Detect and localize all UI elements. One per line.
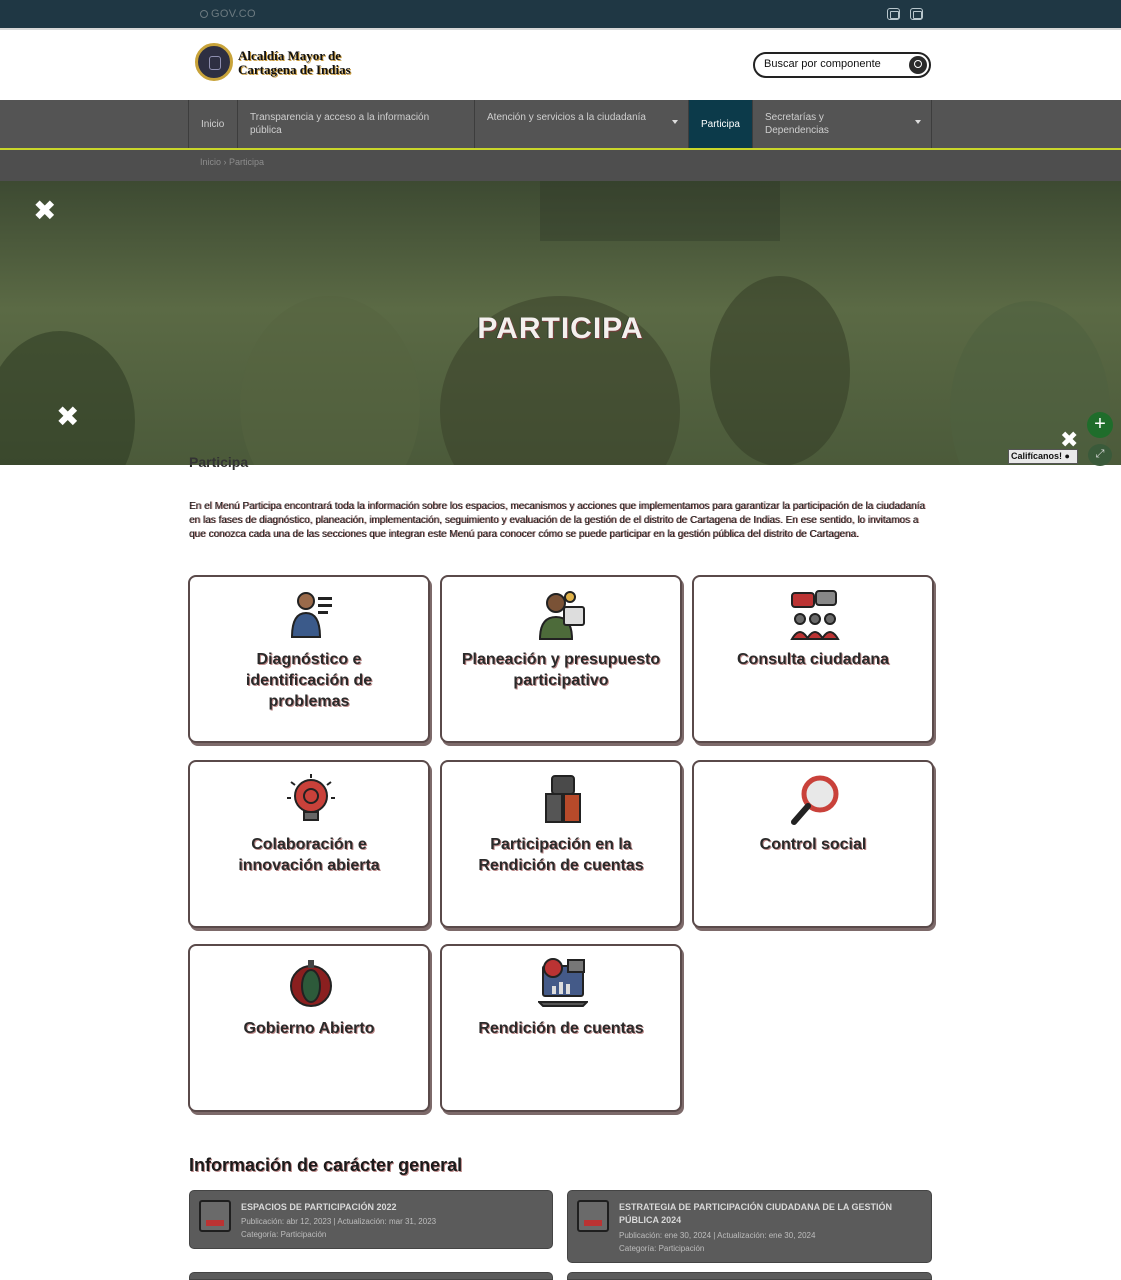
chevron-down-icon (915, 120, 921, 124)
alcaldia-logo[interactable] (195, 43, 233, 81)
nav-secretarias[interactable]: Secretarías y Dependencias (753, 100, 932, 148)
card-label: Rendición de cuentas (478, 1020, 644, 1037)
document-card[interactable]: ESPACIOS DE PARTICIPACIÓN 2022 Publicaci… (189, 1190, 553, 1249)
document-category: Categoría: Participación (241, 1230, 327, 1239)
resize-icon[interactable]: ⤢ (1088, 444, 1112, 466)
close-icon[interactable]: ✖ (56, 403, 79, 431)
language-icon[interactable] (910, 8, 923, 20)
search-box (753, 52, 931, 78)
card-control-social[interactable]: Control social (692, 760, 934, 928)
rate-us-button[interactable]: Califícanos! ● (1008, 449, 1078, 464)
section-title: Participa (189, 454, 249, 470)
document-title[interactable]: ESTRATEGIA DE PARTICIPACIÓN CIUDADANA DE… (619, 1201, 921, 1227)
card-gobierno-abierto[interactable]: Gobierno Abierto (188, 944, 430, 1112)
card-label: Colaboración e innovación abierta (238, 836, 380, 874)
gov-co-link[interactable]: GOV.CO (200, 8, 256, 20)
document-card[interactable] (567, 1272, 932, 1280)
card-participacion-rendicion[interactable]: Participación en la Rendición de cuentas (440, 760, 682, 928)
document-dates: Publicación: abr 12, 2023 | Actualizació… (241, 1217, 437, 1226)
people-accountability-icon (545, 775, 581, 823)
document-icon (199, 1200, 231, 1232)
card-rendicion-cuentas[interactable]: Rendición de cuentas (440, 944, 682, 1112)
people-consultation-icon (790, 590, 840, 640)
search-icon[interactable] (909, 56, 927, 74)
general-info-title: Información de carácter general (189, 1155, 463, 1175)
document-dates: Publicación: ene 30, 2024 | Actualizació… (619, 1231, 816, 1240)
card-consulta[interactable]: Consulta ciudadana (692, 575, 934, 743)
close-icon[interactable]: ✖ (1060, 429, 1078, 451)
card-label: Control social (759, 836, 867, 853)
main-nav: Inicio Transparencia y acceso a la infor… (0, 100, 1121, 150)
nav-participa[interactable]: Participa (689, 100, 753, 148)
document-category: Categoría: Participación (619, 1244, 705, 1253)
expand-plus-button[interactable]: + (1087, 412, 1113, 438)
document-icon (577, 1200, 609, 1232)
search-input[interactable] (764, 58, 904, 70)
document-card[interactable]: ESTRATEGIA DE PARTICIPACIÓN CIUDADANA DE… (567, 1190, 932, 1263)
nav-inicio[interactable]: Inicio (188, 100, 238, 148)
card-diagnostico[interactable]: Diagnóstico e identificación de problema… (188, 575, 430, 743)
breadcrumb: Inicio › Participa (0, 150, 1121, 181)
laptop-chart-icon (538, 958, 588, 1007)
site-brand[interactable]: Alcaldía Mayor de Cartagena de Indias (238, 49, 351, 77)
card-label: Consulta ciudadana (736, 651, 890, 668)
card-colaboracion[interactable]: Colaboración e innovación abierta (188, 760, 430, 928)
chevron-down-icon (672, 120, 678, 124)
open-government-icon (290, 960, 332, 1007)
person-checklist-icon (290, 592, 332, 638)
document-title[interactable]: ESPACIOS DE PARTICIPACIÓN 2022 (241, 1201, 542, 1214)
card-label: Gobierno Abierto (243, 1020, 375, 1037)
accessibility-icon[interactable] (887, 8, 900, 20)
site-header: Alcaldía Mayor de Cartagena de Indias (0, 30, 1121, 100)
section-intro: En el Menú Participa encontrará toda la … (189, 501, 925, 540)
gov-logo-icon (200, 10, 208, 18)
breadcrumb-home[interactable]: Inicio (200, 157, 221, 167)
hero-title: PARTICIPA (477, 312, 644, 345)
person-planning-icon (538, 591, 585, 640)
card-label: Diagnóstico e identificación de problema… (245, 651, 373, 710)
card-label: Planeación y presupuesto participativo (461, 651, 661, 689)
nav-atencion[interactable]: Atención y servicios a la ciudadanía (475, 100, 689, 148)
lightbulb-gear-icon (287, 774, 335, 821)
card-label: Participación en la Rendición de cuentas (478, 836, 644, 874)
close-icon[interactable]: ✖ (33, 197, 56, 225)
nav-transparencia[interactable]: Transparencia y acceso a la información … (238, 100, 475, 148)
gov-topbar: GOV.CO (0, 0, 1121, 30)
card-planeacion[interactable]: Planeación y presupuesto participativo (440, 575, 682, 743)
hero-banner: PARTICIPA ✖ ✖ ✖ (0, 181, 1121, 465)
document-card[interactable] (189, 1272, 553, 1280)
magnifier-icon (791, 775, 839, 825)
breadcrumb-current: Participa (229, 157, 265, 167)
